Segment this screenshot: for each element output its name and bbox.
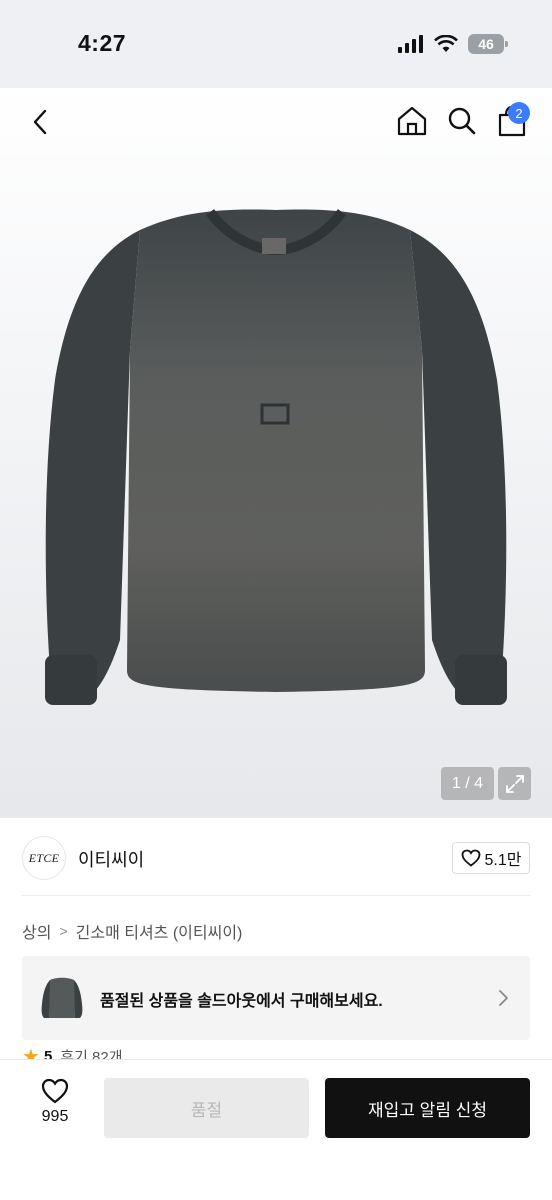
breadcrumb: 상의 > 긴소매 티셔츠 (이티씨이) (22, 919, 242, 943)
chevron-left-icon (33, 109, 47, 135)
expand-icon (505, 774, 524, 793)
top-nav (0, 88, 552, 154)
chevron-right-icon (499, 990, 508, 1006)
wishlist-button[interactable]: 995 (24, 1078, 86, 1138)
breadcrumb-separator: > (59, 923, 68, 939)
wishlist-count: 995 (41, 1108, 69, 1125)
restock-notify-button[interactable]: 재입고 알림 신청 (325, 1078, 530, 1138)
brand-logo[interactable]: ETCE (22, 836, 66, 880)
soldout-banner-text: 품절된 상품을 솔드아웃에서 구매해보세요. (100, 993, 383, 1010)
wifi-icon (434, 35, 458, 52)
bottom-action-bar: 995 품절 재입고 알림 신청 (0, 1059, 552, 1200)
status-bar: 4:27 46 (0, 0, 552, 88)
search-icon (448, 107, 476, 135)
heart-icon (41, 1078, 69, 1104)
soldout-banner[interactable]: 품절된 상품을 솔드아웃에서 구매해보세요. (22, 956, 530, 1040)
breadcrumb-item-category[interactable]: 상의 (22, 919, 51, 943)
battery-level: 46 (478, 36, 494, 52)
soldout-button[interactable]: 품절 (104, 1078, 309, 1138)
home-button[interactable] (394, 102, 430, 140)
search-button[interactable] (444, 102, 480, 140)
back-button[interactable] (22, 104, 58, 140)
divider (22, 895, 530, 896)
status-time: 4:27 (78, 30, 127, 56)
heart-icon (461, 849, 480, 867)
cart-count-badge: 2 (508, 102, 530, 124)
brand-like-button[interactable]: 5.1만 (452, 842, 530, 874)
brand-logo-text: ETCE (28, 850, 60, 865)
breadcrumb-item-subcategory[interactable]: 긴소매 티셔츠 (이티씨이) (76, 919, 243, 943)
expand-button[interactable] (498, 767, 531, 800)
image-page-indicator: 1 / 4 (441, 767, 494, 800)
banner-product-thumbnail (41, 977, 83, 1018)
home-icon (397, 106, 427, 136)
brand-like-count: 5.1만 (484, 852, 522, 869)
product-photo (45, 208, 507, 705)
signal-icon (398, 35, 423, 53)
battery-icon: 46 (468, 34, 508, 54)
brand-name[interactable]: 이티씨이 (78, 846, 144, 872)
status-icons: 46 (398, 34, 508, 54)
